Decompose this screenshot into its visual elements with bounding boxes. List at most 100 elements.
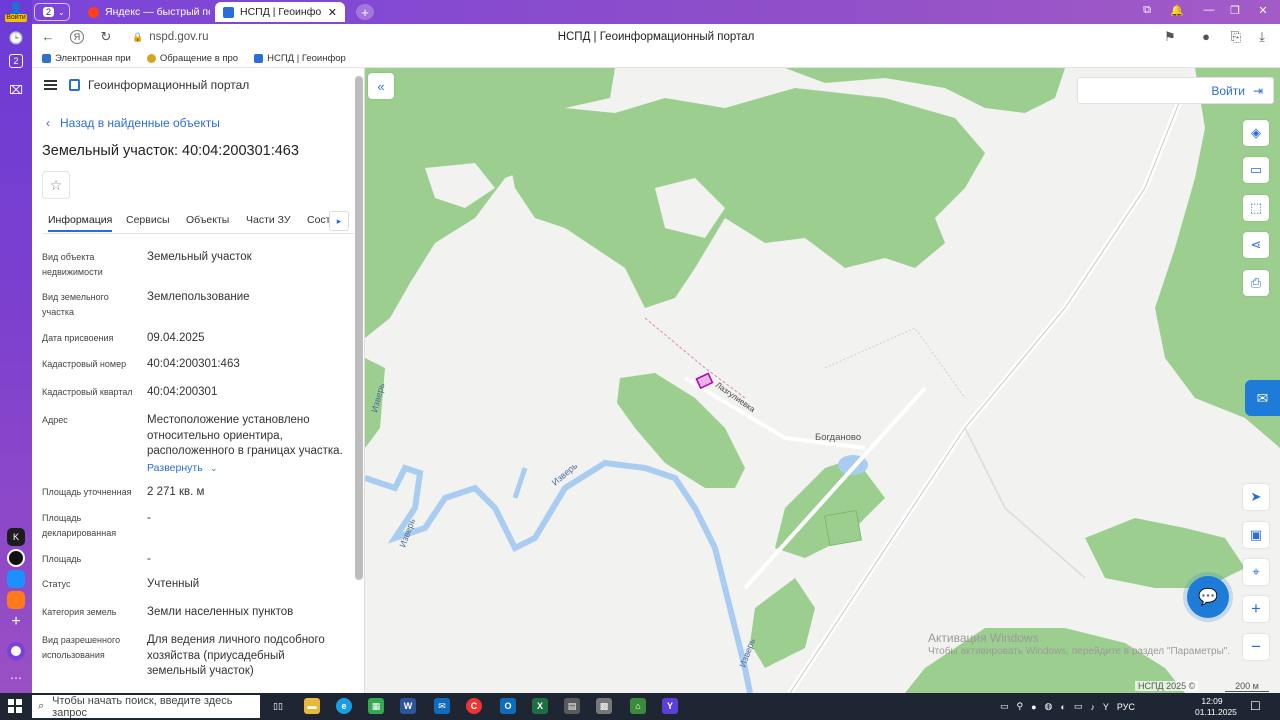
reload-icon[interactable]: ↻ (98, 29, 114, 45)
field-value: - (147, 553, 151, 565)
zoom-out-button[interactable]: − (1243, 634, 1269, 660)
tab-info[interactable]: Информация (48, 214, 113, 232)
camera-icon[interactable]: ⌧ (6, 80, 26, 100)
bookmarks-panel-icon[interactable]: ⧉ (1138, 4, 1156, 20)
add-app-icon[interactable]: + (6, 612, 26, 632)
tray-icon[interactable]: ▭ (1074, 701, 1083, 712)
map-view[interactable]: Изверь Изверь Изверь Изверь Богданово Ла… (365, 68, 1280, 693)
windows-start-icon[interactable] (8, 699, 22, 713)
tab-services[interactable]: Сервисы (126, 214, 170, 226)
select-area-icon[interactable]: ⬚ (1243, 195, 1269, 221)
task-view-icon[interactable]: ▯▯ (270, 698, 286, 714)
word-icon[interactable]: W (400, 698, 416, 714)
field-value: Местоположение установлено относительно … (147, 414, 343, 457)
tab-group-button[interactable]: 2 ⌄ (34, 3, 70, 21)
history-icon[interactable]: 🕒 (6, 28, 26, 48)
river-branch (512, 467, 528, 499)
support-chat-icon[interactable]: ✉ (1245, 380, 1280, 416)
panel-scrollbar[interactable] (355, 76, 363, 580)
tab-parts[interactable]: Части ЗУ (246, 214, 291, 226)
bookmark-item[interactable]: НСПД | Геоинфор (254, 53, 346, 64)
chat-bubble-icon[interactable]: 💬 (1187, 576, 1229, 618)
ruler-icon[interactable]: ▭ (1243, 157, 1269, 183)
menu-icon[interactable] (44, 80, 57, 90)
tab-yandex[interactable]: Яндекс — быстрый поиск (80, 2, 210, 22)
chrome-icon[interactable]: C (466, 698, 482, 714)
back-arrow-icon[interactable]: ← (40, 29, 56, 45)
yandex-browser-icon[interactable]: Y (662, 698, 678, 714)
calculator-icon[interactable]: ▤ (564, 698, 580, 714)
notifications-icon[interactable]: 🔔 (1168, 4, 1186, 20)
tab-objects[interactable]: Объекты (186, 214, 229, 226)
minimap-icon[interactable]: ▣ (1243, 522, 1269, 548)
browser-sidebar: 👤 Войти 🕒 2 ⌧ K + ⋯ (0, 0, 32, 693)
language-indicator[interactable]: РУС (1117, 702, 1135, 712)
tray-icon[interactable]: ◍ (1045, 701, 1053, 712)
field-row: Вид разрешенного использования Для веден… (42, 633, 347, 679)
mail-icon[interactable]: ✉ (434, 698, 450, 714)
close-icon[interactable]: ✕ (322, 6, 337, 19)
extension-icon[interactable]: ● (1198, 29, 1214, 45)
profile-button[interactable]: 👤 Войти (5, 2, 27, 24)
clock[interactable]: 12:09 01.11.2025 (1195, 696, 1237, 718)
explorer-icon[interactable]: ▬ (304, 698, 320, 714)
locate-me-icon[interactable]: ➤ (1243, 484, 1269, 510)
login-button[interactable]: Войти ⇥ (1077, 77, 1274, 104)
collapse-panel-button[interactable]: « (368, 73, 394, 99)
favorite-star-icon[interactable]: ☆ (42, 171, 70, 199)
more-icon[interactable]: ⋯ (6, 668, 26, 688)
tab-nspd[interactable]: НСПД | Геоинформационный ✕ (215, 2, 345, 22)
bookmark-icon[interactable]: ⚑ (1162, 29, 1178, 45)
new-tab-button[interactable]: + (356, 4, 374, 20)
outlook-icon[interactable]: O (500, 698, 516, 714)
alice-app-icon[interactable] (7, 549, 25, 567)
store-icon[interactable]: ▦ (368, 698, 384, 714)
market-app-icon[interactable] (7, 591, 25, 609)
tab-label: НСПД | Геоинформационный (240, 6, 322, 18)
close-window-button[interactable]: ✕ (1254, 4, 1272, 20)
restore-button[interactable]: ❐ (1226, 4, 1244, 20)
share-icon[interactable]: ⎘ (1228, 29, 1244, 45)
field-label: Статус (42, 579, 71, 589)
tray-icon[interactable]: ▭ (1000, 701, 1009, 712)
chevron-down-icon: ⌄ (210, 463, 218, 473)
browser-app-icon[interactable] (7, 570, 25, 588)
zoom-in-button[interactable]: + (1243, 596, 1269, 622)
bookmark-item[interactable]: Электронная при (42, 53, 131, 64)
field-value: 2 271 кв. м (147, 486, 205, 498)
tabs-scroll-right-icon[interactable]: ▸ (329, 211, 349, 231)
url-text: nspd.gov.ru (149, 31, 209, 43)
taskbar-search-input[interactable]: ⌕ Чтобы начать поиск, введите здесь запр… (32, 695, 260, 719)
app-icon[interactable]: ▩ (596, 698, 612, 714)
excel-icon[interactable]: X (532, 698, 548, 714)
search-location-icon[interactable]: ⌖ (1243, 559, 1269, 585)
selected-parcel[interactable] (695, 372, 714, 390)
layers-icon[interactable]: ◈ (1243, 120, 1269, 146)
share-map-icon[interactable]: ⋖ (1243, 232, 1269, 258)
yandex-id-icon[interactable]: Я (70, 30, 84, 44)
bookmark-item[interactable]: Обращение в про (146, 53, 238, 64)
assistant-icon[interactable] (7, 642, 25, 660)
url-field[interactable]: 🔒 nspd.gov.ru (126, 28, 214, 46)
field-row: Статус Учтенный (42, 577, 347, 593)
home-app-icon[interactable]: ⌂ (630, 698, 646, 714)
tray-icon[interactable]: ⚲ (1017, 701, 1024, 712)
field-label: Площадь (42, 554, 82, 564)
kinopoisk-app-icon[interactable]: K (7, 528, 25, 546)
notification-center-icon[interactable]: ☐ (1250, 699, 1261, 713)
back-to-results-link[interactable]: ‹ Назад в найденные объекты (46, 116, 220, 130)
tray-icon[interactable]: ◐ (1060, 702, 1065, 712)
expand-link[interactable]: Развернуть ⌄ (147, 460, 218, 474)
cadastral-boundary (824, 327, 966, 399)
edge-icon[interactable]: e (336, 698, 352, 714)
field-row: Площадь уточненная 2 271 кв. м (42, 485, 347, 501)
minimize-button[interactable]: — (1200, 4, 1218, 20)
tray-icon[interactable]: ● (1031, 702, 1036, 712)
print-icon[interactable]: ⎙ (1243, 270, 1269, 296)
tray-icon[interactable]: Y (1103, 702, 1109, 712)
tabs-count-badge[interactable]: 2 (9, 54, 23, 68)
downloads-icon[interactable]: ⤓ (1254, 29, 1270, 45)
village-label: Богданово (815, 432, 861, 443)
field-label: Площадь декларированная (42, 513, 117, 538)
tray-icon[interactable]: ♪ (1090, 702, 1095, 712)
